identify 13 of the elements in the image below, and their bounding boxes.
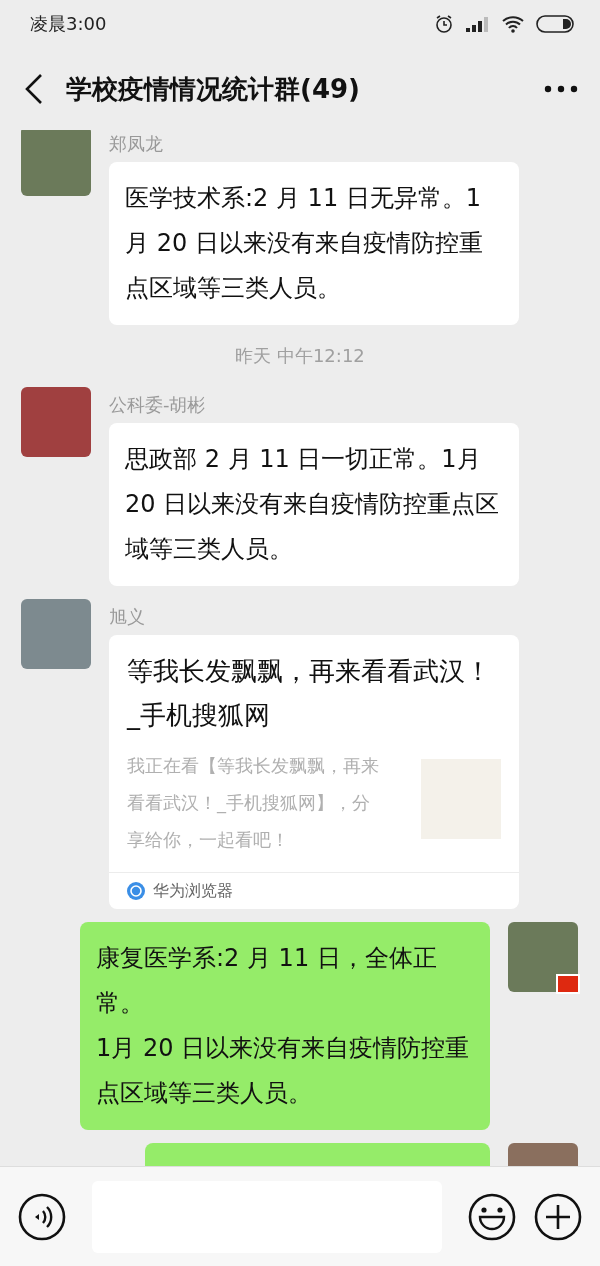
sender-name: 公科委-胡彬 xyxy=(109,393,207,417)
status-time: 凌晨3:00 xyxy=(30,12,107,36)
message-bubble: 康复医学系:2 月 11 日，全体正常。 1月 20 日以来没有来自疫情防控重点区域等三类人员。 xyxy=(80,922,490,1130)
sender-name: 旭义 xyxy=(109,605,146,629)
message-bubble: 思政部 2 月 11 日一切正常。1月 20 日以来没有来自疫情防控重点区域等三类人员。 xyxy=(109,423,519,586)
sender-name: 郑凤龙 xyxy=(109,132,164,156)
link-description: 我正在看【等我长发飘飘，再来看看武汉！_手机搜狐网】，分享给你，一起看吧！ xyxy=(127,754,380,852)
link-card[interactable]: 等我长发飘飘，再来看看武汉！_手机搜狐网 我正在看【等我长发飘飘，再来看看武汉！_手机搜狐网】，分享给你，一起看吧！ 华为浏览器 xyxy=(109,635,519,909)
chat-title: 学校疫情情况统计群(49) xyxy=(66,72,361,106)
link-source: 华为浏览器 xyxy=(153,880,233,902)
timestamp: 昨天 中午12:12 xyxy=(235,344,365,368)
message-bubble: 医学技术系:2 月 11 日无异常。1月 20 日以来没有来自疫情防控重点区域等三类人员。 xyxy=(109,162,519,325)
link-title: 等我长发飘飘，再来看看武汉！_手机搜狐网 xyxy=(127,655,492,732)
